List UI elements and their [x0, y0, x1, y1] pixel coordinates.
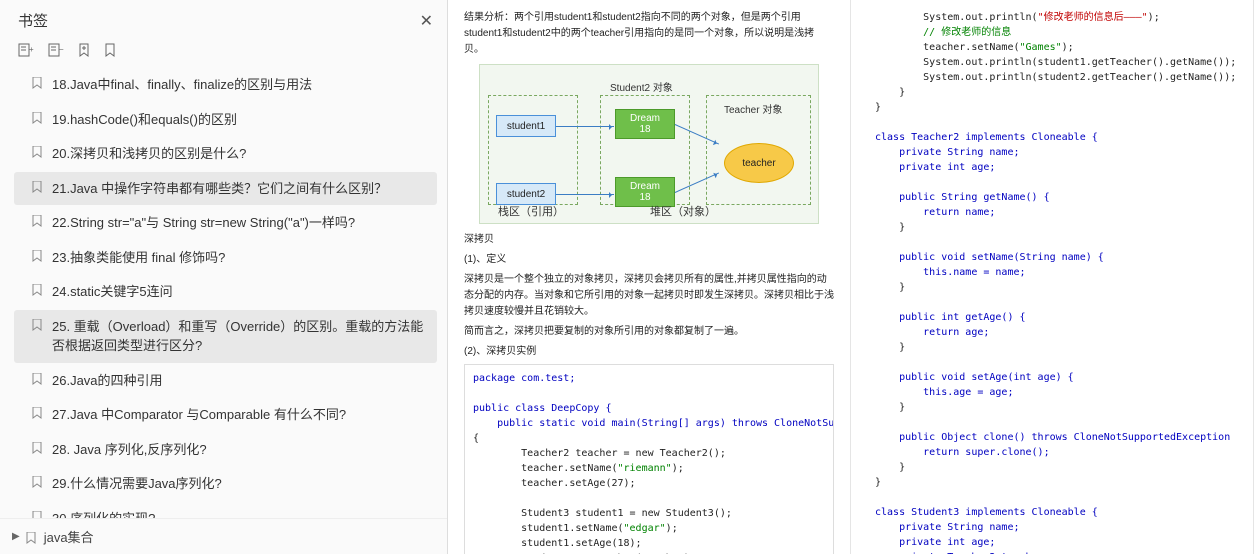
- bookmark-item[interactable]: 26.Java的四种引用: [14, 364, 437, 398]
- bookmark-icon: [32, 146, 44, 158]
- bookmark-item[interactable]: 19.hashCode()和equals()的区别: [14, 103, 437, 137]
- bookmark-item[interactable]: 18.Java中final、finally、finalize的区别与用法: [14, 68, 437, 102]
- analysis-text: 结果分析：两个引用student1和student2指向不同的两个对象，但是两个…: [464, 10, 834, 58]
- bookmark-label: 25. 重载（Overload）和重写（Override）的区别。重载的方法能否…: [52, 317, 427, 356]
- sidebar-toolbar: + −: [0, 37, 447, 67]
- svg-text:+: +: [29, 45, 34, 54]
- bookmark-icon: [32, 250, 44, 262]
- diagram-label: Student2 对象: [610, 79, 673, 94]
- bookmark-icon: [32, 373, 44, 385]
- chevron-right-icon: ▶: [12, 531, 20, 542]
- svg-text:−: −: [59, 45, 64, 54]
- bookmark-item[interactable]: 25. 重载（Overload）和重写（Override）的区别。重载的方法能否…: [14, 310, 437, 363]
- bookmark-label: 26.Java的四种引用: [52, 371, 163, 391]
- bookmark-label: 18.Java中final、finally、finalize的区别与用法: [52, 75, 312, 95]
- bookmark-label: 22.String str="a"与 String str=new String…: [52, 213, 355, 233]
- bookmark-icon: [32, 319, 44, 331]
- bookmark-label: 21.Java 中操作字符串都有哪些类？它们之间有什么区别？: [52, 179, 387, 199]
- bookmark-item[interactable]: 27.Java 中Comparator 与Comparable 有什么不同?: [14, 398, 437, 432]
- bookmark-label: 20.深拷贝和浅拷贝的区别是什么?: [52, 144, 246, 164]
- bookmark-icon: [32, 407, 44, 419]
- bookmark-add-icon[interactable]: [78, 43, 90, 57]
- bookmark-item[interactable]: 29.什么情况需要Java序列化?: [14, 467, 437, 501]
- arrow-icon: [556, 126, 614, 127]
- bookmark-item[interactable]: 28. Java 序列化,反序列化?: [14, 433, 437, 467]
- sidebar-header: 书签 ✕: [0, 0, 447, 37]
- bookmark-icon: [32, 511, 44, 519]
- collapse-all-icon[interactable]: −: [48, 43, 64, 57]
- bookmark-label: 23.抽象类能使用 final 修饰吗?: [52, 248, 225, 268]
- page-right: System.out.println("修改老师的信息后———"); // 修改…: [851, 0, 1254, 554]
- bookmark-item[interactable]: 22.String str="a"与 String str=new String…: [14, 206, 437, 240]
- sidebar-title: 书签: [18, 10, 48, 31]
- bookmark-icon: [32, 476, 44, 488]
- section-heading: (1)、定义: [464, 252, 834, 268]
- bookmark-item[interactable]: 21.Java 中操作字符串都有哪些类？它们之间有什么区别？: [14, 172, 437, 206]
- page-left: 结果分析：两个引用student1和student2指向不同的两个对象，但是两个…: [448, 0, 851, 554]
- bookmark-label: 19.hashCode()和equals()的区别: [52, 110, 237, 130]
- teacher-oval: teacher: [724, 143, 794, 183]
- bookmark-item[interactable]: 24.static关键字5连问: [14, 275, 437, 309]
- bookmark-icon: [32, 442, 44, 454]
- expand-all-icon[interactable]: +: [18, 43, 34, 57]
- bookmark-item[interactable]: 20.深拷贝和浅拷贝的区别是什么?: [14, 137, 437, 171]
- bookmark-item[interactable]: 30.序列化的实现?: [14, 502, 437, 519]
- bookmark-label: 29.什么情况需要Java序列化?: [52, 474, 222, 494]
- zone-label: 栈区（引用）: [498, 203, 564, 219]
- body-text: 简而言之，深拷贝把要复制的对象所引用的对象都复制了一遍。: [464, 324, 834, 340]
- body-text: 深拷贝是一个整个独立的对象拷贝，深拷贝会拷贝所有的属性,并拷贝属性指向的动态分配…: [464, 272, 834, 320]
- bookmark-icon: [32, 215, 44, 227]
- bookmark-label: 28. Java 序列化,反序列化?: [52, 440, 207, 460]
- bookmark-sidebar: 书签 ✕ + − 18.Java中final、finally、finalize的…: [0, 0, 448, 554]
- bookmark-item[interactable]: 23.抽象类能使用 final 修饰吗?: [14, 241, 437, 275]
- document-viewport[interactable]: 结果分析：两个引用student1和student2指向不同的两个对象，但是两个…: [448, 0, 1254, 554]
- bookmark-label: 24.static关键字5连问: [52, 282, 173, 302]
- shallow-copy-diagram: Student2 对象 Teacher 对象 student1 student2…: [479, 64, 819, 224]
- bookmark-icon: [32, 284, 44, 296]
- section-heading: 深拷贝: [464, 232, 834, 248]
- bookmark-icon: [26, 532, 38, 544]
- arrow-icon: [556, 194, 614, 195]
- bookmark-list[interactable]: 18.Java中final、finally、finalize的区别与用法 19.h…: [0, 67, 447, 518]
- footer-label: java集合: [44, 527, 94, 546]
- section-heading: (2)、深拷贝实例: [464, 344, 834, 360]
- ref-box: student1: [496, 115, 556, 137]
- bookmark-icon: [32, 77, 44, 89]
- sidebar-footer-item[interactable]: ▶ java集合: [0, 518, 447, 554]
- obj-box: Dream18: [615, 109, 675, 139]
- code-block: System.out.println("修改老师的信息后———"); // 修改…: [867, 10, 1237, 554]
- close-icon[interactable]: ✕: [420, 11, 433, 31]
- bookmark-icon[interactable]: [104, 43, 116, 57]
- bookmark-icon: [32, 181, 44, 193]
- code-block: package com.test; public class DeepCopy …: [464, 364, 834, 554]
- bookmark-icon: [32, 112, 44, 124]
- bookmark-label: 30.序列化的实现?: [52, 509, 155, 519]
- ref-box: student2: [496, 183, 556, 205]
- bookmark-label: 27.Java 中Comparator 与Comparable 有什么不同?: [52, 405, 346, 425]
- zone-label: 堆区（对象）: [650, 203, 716, 219]
